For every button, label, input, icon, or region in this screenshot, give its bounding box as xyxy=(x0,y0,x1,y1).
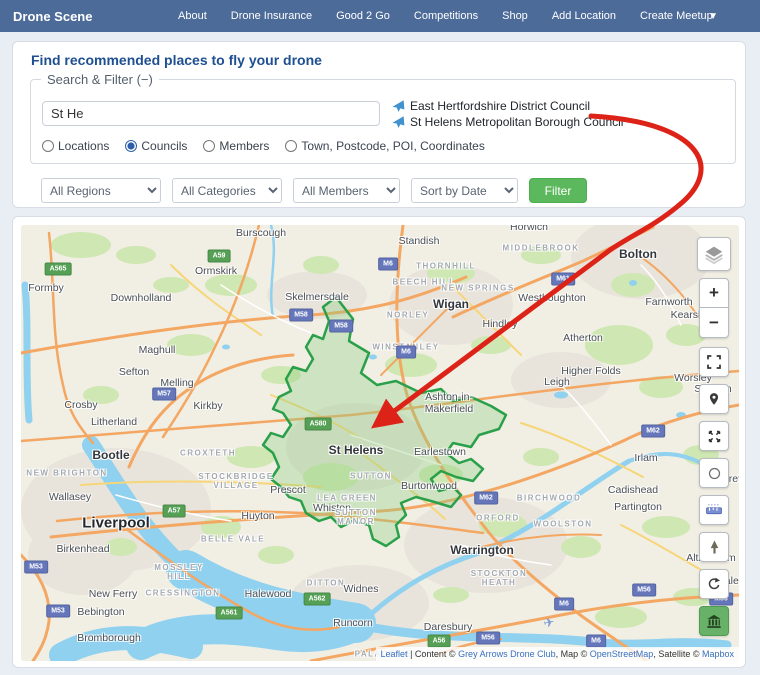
map-base xyxy=(21,225,739,661)
attribution-text: | Content © xyxy=(408,649,459,659)
circle-button[interactable] xyxy=(699,458,729,488)
zoom-in-button[interactable]: + xyxy=(699,278,729,308)
suggestion-item[interactable]: St Helens Metropolitan Borough Council xyxy=(392,115,623,129)
map-controls: +− xyxy=(697,237,731,643)
locate-arrow-button[interactable] xyxy=(699,532,729,562)
attribution-link[interactable]: Leaflet xyxy=(381,649,408,659)
radio-label: Town, Postcode, POI, Coordinates xyxy=(301,139,484,153)
paper-plane-icon xyxy=(392,100,405,113)
share-button[interactable] xyxy=(699,569,729,599)
suggestion-text: St Helens Metropolitan Borough Council xyxy=(410,115,623,129)
radio-town-postcode-poi-coordinates[interactable]: Town, Postcode, POI, Coordinates xyxy=(285,139,484,153)
search-filter-legend[interactable]: Search & Filter (−) xyxy=(41,72,159,87)
attribution-link[interactable]: Grey Arrows Drone Club xyxy=(458,649,556,659)
nav-item-good-2-go[interactable]: Good 2 Go xyxy=(336,10,390,22)
radio-input[interactable] xyxy=(125,140,137,152)
brand-title: Drone Scene xyxy=(13,9,92,24)
select-all-members[interactable]: All Members xyxy=(293,178,400,203)
search-type-radios: Locations Councils Members Town, Postcode, … xyxy=(42,139,485,153)
nav-item-about[interactable]: About xyxy=(178,10,207,22)
search-filter-fieldset: Search & Filter (−) Locations Councils Mem… xyxy=(30,72,736,164)
radio-councils[interactable]: Councils xyxy=(125,139,187,153)
nav-item-competitions[interactable]: Competitions xyxy=(414,10,478,22)
measure-button[interactable] xyxy=(699,495,729,525)
suggestion-text: East Hertfordshire District Council xyxy=(410,99,590,113)
attribution-text: , Map © xyxy=(556,649,590,659)
radio-input[interactable] xyxy=(203,140,215,152)
nav-item-add-location[interactable]: Add Location xyxy=(552,10,616,22)
layers-button[interactable] xyxy=(697,237,731,271)
council-layer-button[interactable] xyxy=(699,606,729,636)
page-title: Find recommended places to fly your dron… xyxy=(31,52,322,68)
filter-row: All Regions All Categories All Members Sort… xyxy=(41,178,587,203)
search-input[interactable] xyxy=(42,101,380,126)
filter-button[interactable]: Filter xyxy=(529,178,587,203)
radio-label: Members xyxy=(219,139,269,153)
select-all-categories[interactable]: All Categories xyxy=(172,178,282,203)
marker-button[interactable] xyxy=(699,384,729,414)
attribution-link[interactable]: OpenStreetMap xyxy=(590,649,654,659)
radio-label: Councils xyxy=(141,139,187,153)
expand-arrows-button[interactable] xyxy=(699,421,729,451)
attribution-text: , Satellite © xyxy=(653,649,702,659)
nav-item-create-meetup[interactable]: Create Meetup xyxy=(640,10,713,22)
navbar: Drone Scene About Drone Insurance Good 2 G… xyxy=(0,0,760,32)
select-sort-by-date[interactable]: Sort by Date xyxy=(411,178,518,203)
map-card: BurscoughHorwichStandishMIDDLEBROOKBolto… xyxy=(12,216,746,668)
nav-item-shop[interactable]: Shop xyxy=(502,10,528,22)
paper-plane-icon xyxy=(392,116,405,129)
fullscreen-button[interactable] xyxy=(699,347,729,377)
autocomplete-results: East Hertfordshire District Council St He… xyxy=(392,99,623,129)
zoom-out-button[interactable]: − xyxy=(699,308,729,338)
map[interactable]: BurscoughHorwichStandishMIDDLEBROOKBolto… xyxy=(21,225,739,661)
radio-locations[interactable]: Locations xyxy=(42,139,109,153)
radio-input[interactable] xyxy=(42,140,54,152)
suggestion-item[interactable]: East Hertfordshire District Council xyxy=(392,99,623,113)
nav-menu: About Drone Insurance Good 2 Go Competition… xyxy=(178,10,713,22)
radio-input[interactable] xyxy=(285,140,297,152)
select-all-regions[interactable]: All Regions xyxy=(41,178,161,203)
radio-label: Locations xyxy=(58,139,109,153)
search-panel: Find recommended places to fly your dron… xyxy=(12,41,746,208)
map-attribution: Leaflet | Content © Grey Arrows Drone Cl… xyxy=(376,647,739,661)
radio-members[interactable]: Members xyxy=(203,139,269,153)
nav-item-drone-insurance[interactable]: Drone Insurance xyxy=(231,10,312,22)
chevron-down-icon[interactable]: ▼ xyxy=(708,11,718,22)
attribution-link[interactable]: Mapbox xyxy=(702,649,734,659)
